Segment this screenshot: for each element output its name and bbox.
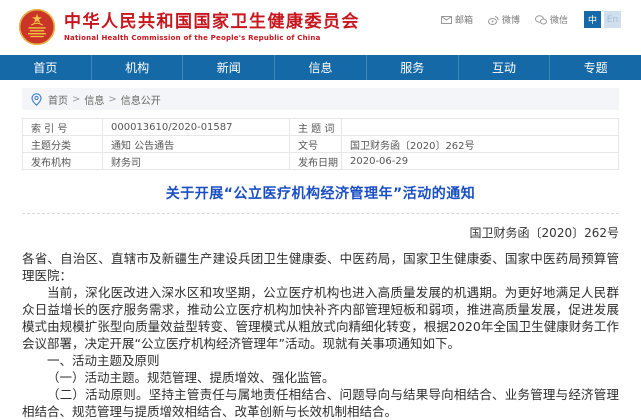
wechat-icon: [535, 15, 547, 25]
site-title: 中华人民共和国国家卫生健康委员会: [64, 12, 360, 32]
mail-link[interactable]: 邮箱: [441, 13, 473, 26]
meta-table: 索 引 号 000013610/2020-01587 主 题 词 主题分类 通知…: [22, 118, 619, 170]
meta-label-subject: 主 题 词: [290, 119, 342, 136]
weibo-icon: [488, 15, 499, 25]
breadcrumb: 首页 > 信息 > 信息公开: [22, 88, 619, 110]
mail-label: 邮箱: [455, 13, 473, 26]
national-emblem-icon: [18, 8, 56, 46]
site-logo: 中华人民共和国国家卫生健康委员会 National Health Commiss…: [18, 8, 360, 46]
meta-label-doc-no: 文号: [290, 136, 342, 153]
header-quick-links: 邮箱 微博 微信 中 En: [426, 11, 621, 28]
meta-label-category: 主题分类: [23, 136, 103, 153]
meta-value-subject: [342, 119, 619, 136]
article-paragraph: 各省、自治区、直辖市及新疆生产建设兵团卫生健康委、中医药局，国家卫生健康委、国家…: [22, 250, 619, 284]
breadcrumb-separator: >: [108, 94, 116, 105]
main-nav: 首页 机构 新闻 信息 服务 互动 专题: [0, 55, 641, 80]
meta-value-pub-date: 2020-06-29: [342, 153, 619, 170]
nav-item-interaction[interactable]: 互动: [459, 55, 551, 80]
nav-item-info[interactable]: 信息: [275, 55, 367, 80]
meta-value-category: 通知 公告通告: [103, 136, 290, 153]
weibo-link[interactable]: 微博: [488, 13, 520, 26]
nav-item-news[interactable]: 新闻: [183, 55, 275, 80]
meta-label-index-no: 索 引 号: [23, 119, 103, 136]
article-paragraph: （二）活动原则。坚持主管责任与属地责任相结合、问题导向与结果导向相结合、业务管理…: [22, 386, 619, 420]
article-section-heading: 一、活动主题及原则: [22, 352, 619, 369]
table-row: 主题分类 通知 公告通告 文号 国卫财务函〔2020〕262号: [23, 136, 619, 153]
table-row: 索 引 号 000013610/2020-01587 主 题 词: [23, 119, 619, 136]
lang-zh-button[interactable]: 中: [584, 11, 601, 28]
meta-label-issuer: 发布机构: [23, 153, 103, 170]
site-subtitle: National Health Commission of the People…: [64, 34, 360, 42]
wechat-label: 微信: [550, 13, 568, 26]
location-pin-icon: [31, 93, 42, 106]
meta-value-doc-no: 国卫财务函〔2020〕262号: [342, 136, 619, 153]
nav-item-topics[interactable]: 专题: [550, 55, 641, 80]
lang-en-button[interactable]: En: [604, 11, 621, 28]
breadcrumb-home[interactable]: 首页: [48, 92, 68, 107]
breadcrumb-info[interactable]: 信息: [84, 92, 104, 107]
document-number: 国卫财务函〔2020〕262号: [22, 224, 619, 241]
breadcrumb-separator: >: [72, 94, 80, 105]
meta-value-index-no: 000013610/2020-01587: [103, 119, 290, 136]
article-body: 各省、自治区、直辖市及新疆生产建设兵团卫生健康委、中医药局，国家卫生健康委、国家…: [22, 250, 619, 420]
meta-value-issuer: 财务司: [103, 153, 290, 170]
weibo-label: 微博: [502, 13, 520, 26]
table-row: 发布机构 财务司 发布日期 2020-06-29: [23, 153, 619, 170]
site-header: 中华人民共和国国家卫生健康委员会 National Health Commiss…: [0, 0, 641, 55]
article-paragraph: （一）活动主题。规范管理、提质增效、强化监管。: [22, 369, 619, 386]
title-divider: [22, 213, 619, 214]
nav-item-orgs[interactable]: 机构: [92, 55, 184, 80]
content-column: 首页 > 信息 > 信息公开 索 引 号 000013610/2020-0158…: [22, 88, 619, 420]
mail-icon: [441, 16, 452, 24]
breadcrumb-disclosure[interactable]: 信息公开: [121, 92, 161, 107]
article-paragraph: 当前，深化医改进入深水区和攻坚期，公立医疗机构也进入高质量发展的机遇期。为更好地…: [22, 284, 619, 352]
meta-label-pub-date: 发布日期: [290, 153, 342, 170]
nav-item-home[interactable]: 首页: [0, 55, 92, 80]
nav-item-services[interactable]: 服务: [367, 55, 459, 80]
wechat-link[interactable]: 微信: [535, 13, 568, 26]
page-title: 关于开展“公立医疗机构经济管理年”活动的通知: [22, 183, 619, 203]
language-switch: 中 En: [584, 11, 621, 28]
